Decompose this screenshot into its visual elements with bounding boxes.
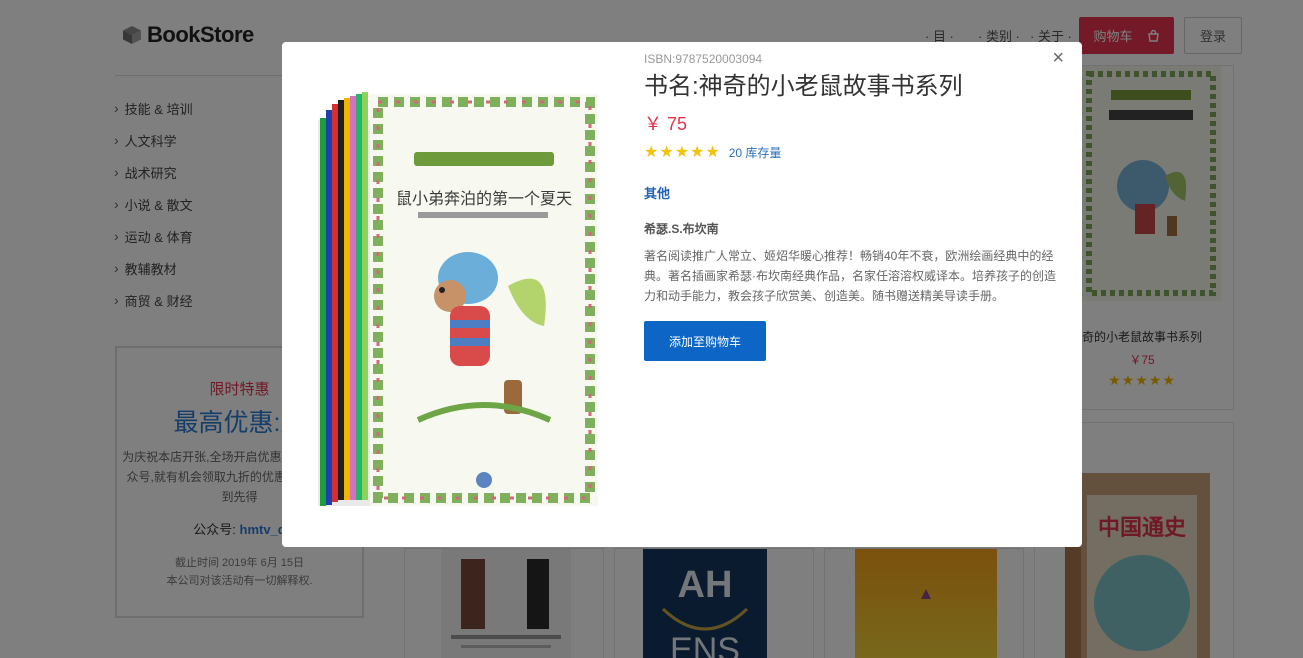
- book-category[interactable]: 其他: [644, 183, 670, 202]
- star-icon: ★: [659, 144, 675, 161]
- close-icon[interactable]: ×: [1052, 48, 1064, 68]
- book-description: 著名阅读推广人常立、姬炤华暖心推荐！畅销40年不衰，欧洲绘画经典中的经典。著名插…: [644, 249, 1056, 303]
- star-icon: ★: [705, 144, 721, 161]
- star-rating: ★★★★★: [644, 142, 721, 162]
- cover-title: 鼠小弟奔泊的第一个夏天: [396, 189, 572, 208]
- stock-count: 20 库存量: [728, 145, 782, 160]
- book-cover-image: 鼠小弟奔泊的第一个夏天: [318, 92, 598, 506]
- isbn: ISBN:9787520003094: [644, 52, 763, 66]
- star-icon: ★: [674, 144, 691, 161]
- add-to-cart-button[interactable]: 添加至购物车: [644, 321, 766, 361]
- star-icon: ★: [690, 144, 706, 161]
- book-author: 希瑟.S.布坎南: [644, 222, 719, 236]
- star-icon: ★: [644, 144, 660, 161]
- book-price: ￥ 75: [644, 114, 688, 134]
- book-rating: ★★★★★ 20 库存量: [644, 142, 781, 162]
- book-title: 书名:神奇的小老鼠故事书系列: [644, 73, 963, 100]
- book-detail-modal: × 鼠小弟奔泊的第一个夏天 ISBN:9787520003094 书名:神奇的小…: [282, 42, 1082, 547]
